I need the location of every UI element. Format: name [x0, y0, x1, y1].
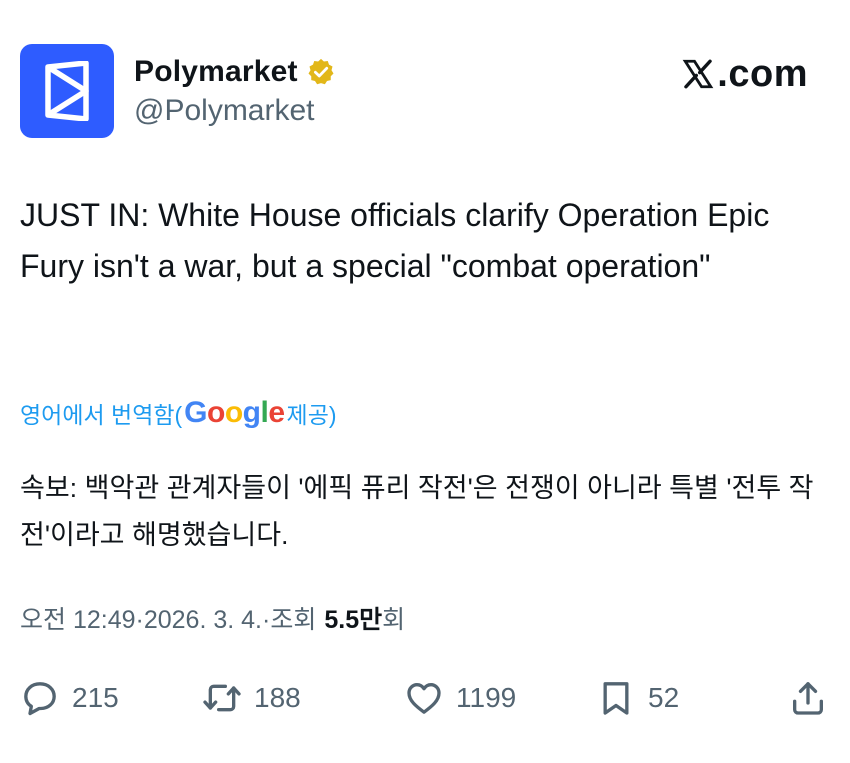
polymarket-logo-icon — [45, 61, 89, 121]
x-com-brand: .com — [681, 52, 808, 96]
tweet-card: Polymarket @Polymarket .com JUST IN: Whi… — [0, 0, 850, 763]
reply-button[interactable]: 215 — [20, 672, 119, 724]
views-count[interactable]: 5.5만 — [324, 600, 382, 636]
views-label: 조회 — [270, 606, 317, 634]
translated-text: 속보: 백악관 관계자들이 '에픽 퓨리 작전'은 전쟁이 아니라 특별 '전투… — [20, 473, 814, 550]
like-count: 1199 — [456, 682, 517, 713]
translation-attribution[interactable]: 영어에서 번역함( Google 제공) — [20, 393, 337, 433]
translation-prefix: 영어에서 번역함( — [20, 402, 183, 428]
share-button[interactable] — [788, 672, 828, 724]
like-button[interactable]: 1199 — [404, 672, 516, 724]
tweet-time[interactable]: 오전 12:49 — [20, 600, 136, 636]
author-handle[interactable]: @Polymarket — [134, 94, 336, 128]
google-letter: o — [207, 396, 225, 429]
name-row: Polymarket — [134, 52, 336, 92]
x-logo-icon — [682, 59, 714, 89]
reply-icon — [24, 682, 56, 716]
translation-suffix: 제공) — [286, 402, 337, 428]
tweet-meta: 오전 12:49 · 2026. 3. 4. · 조회 5.5만 회 — [20, 600, 405, 640]
author-block: Polymarket @Polymarket — [134, 52, 336, 128]
google-letter: G — [184, 396, 208, 429]
reply-count: 215 — [72, 682, 119, 713]
google-logo: Google — [184, 396, 285, 430]
bookmark-count: 52 — [648, 682, 680, 713]
site-label: .com — [717, 52, 808, 95]
meta-separator: · — [135, 606, 144, 634]
verified-badge-icon[interactable] — [306, 57, 336, 87]
tweet-date[interactable]: 2026. 3. 4. — [144, 606, 262, 635]
google-letter: e — [268, 396, 285, 429]
retweet-icon — [203, 684, 241, 712]
share-icon — [793, 682, 823, 715]
action-bar: 215 188 1199 52 — [20, 672, 830, 724]
bookmark-button[interactable]: 52 — [596, 672, 679, 724]
views-unit: 회 — [382, 606, 406, 634]
bookmark-icon — [603, 682, 629, 715]
tweet-text: JUST IN: White House officials clarify O… — [20, 197, 779, 284]
google-letter: g — [242, 396, 261, 429]
heart-icon — [407, 683, 441, 714]
meta-separator: · — [262, 606, 271, 634]
retweet-count: 188 — [254, 682, 301, 713]
retweet-button[interactable]: 188 — [202, 672, 301, 724]
google-letter: o — [224, 396, 243, 429]
avatar[interactable] — [20, 44, 114, 138]
display-name[interactable]: Polymarket — [134, 55, 298, 89]
